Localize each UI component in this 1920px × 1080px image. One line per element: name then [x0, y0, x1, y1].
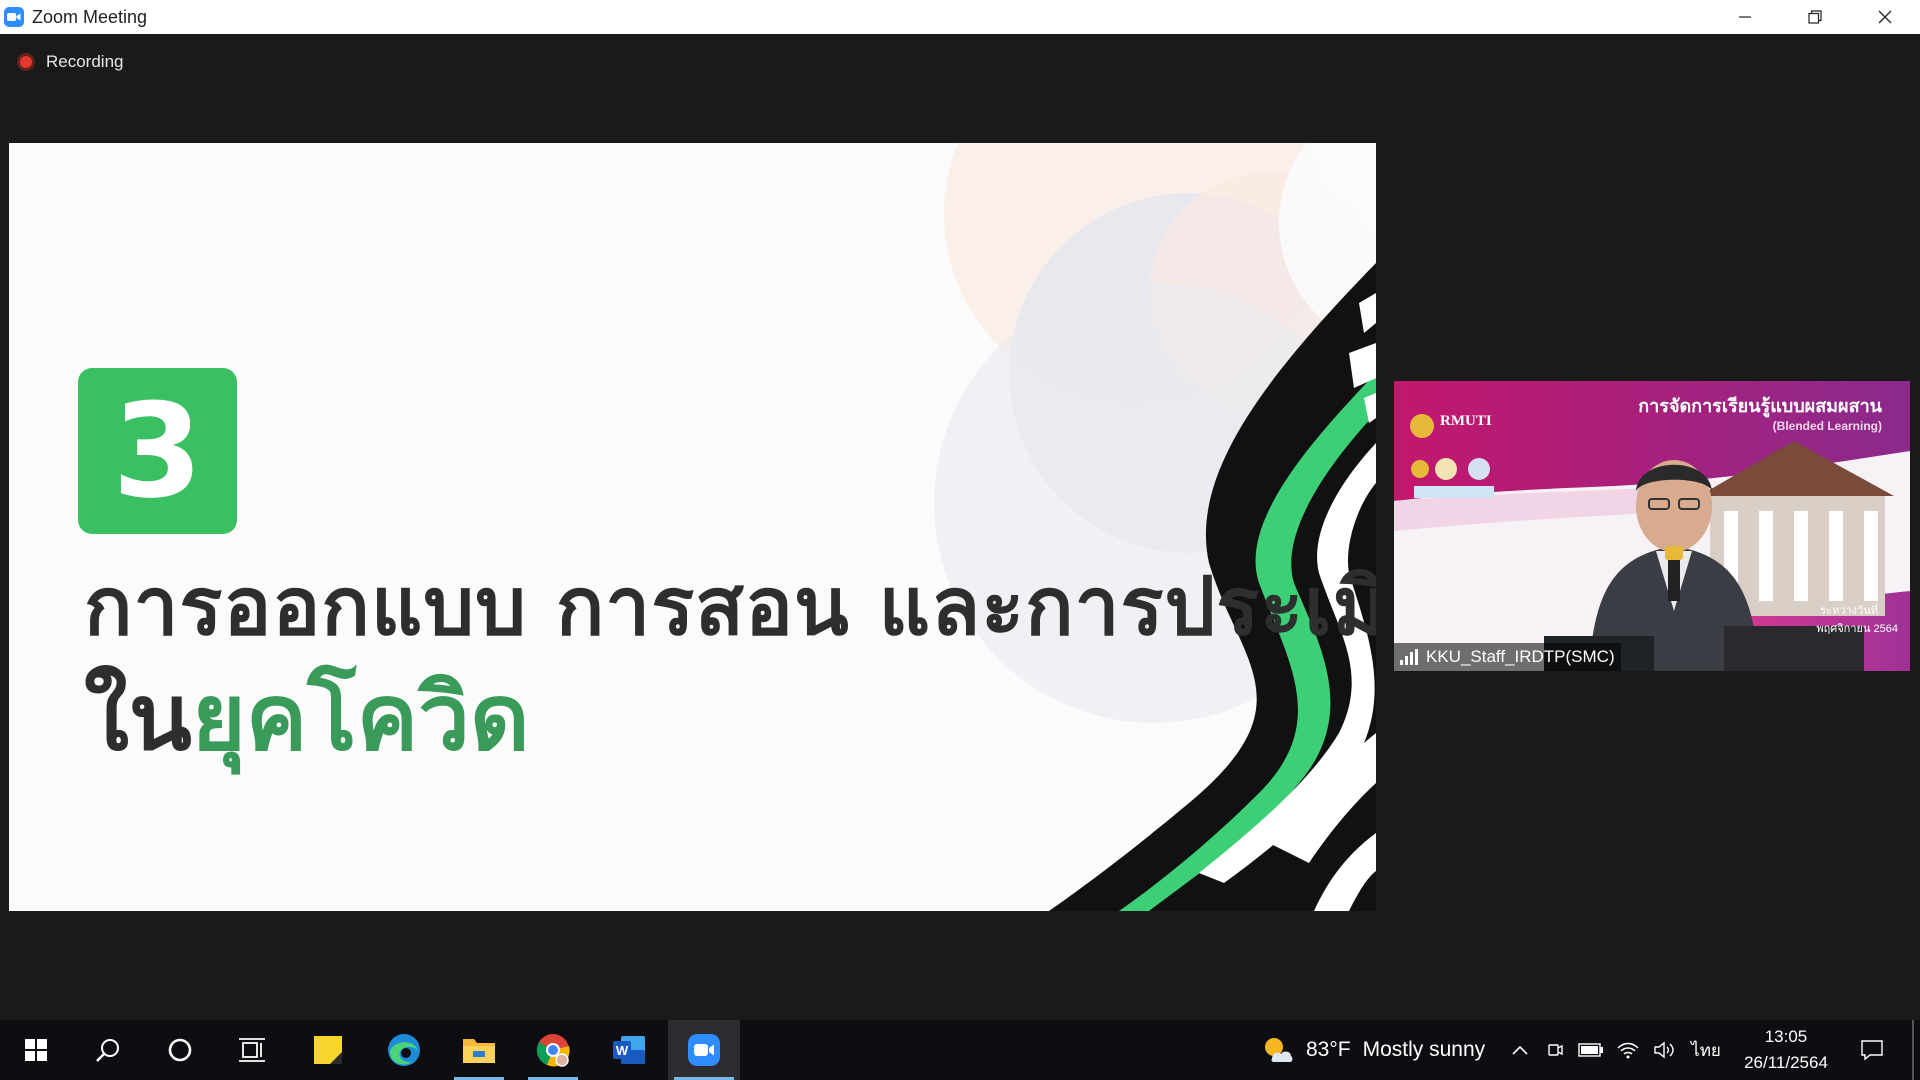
file-explorer-icon [463, 1039, 495, 1063]
notification-icon [1861, 1040, 1883, 1061]
slide-title-line2-dark: ใน [84, 664, 192, 771]
task-view-button[interactable] [216, 1020, 288, 1080]
signal-strength-icon [1400, 649, 1418, 665]
notifications-button[interactable] [1852, 1020, 1892, 1080]
show-desktop-button[interactable] [1912, 1020, 1914, 1080]
title-bar: Zoom Meeting [0, 0, 1920, 34]
participant-banner-title: การจัดการเรียนรู้แบบผสมผสาน [1638, 396, 1882, 417]
zoom-app-icon [4, 7, 24, 27]
clock[interactable]: 13:05 26/11/2564 [1730, 1020, 1842, 1080]
slide-title-line2: ในยุคโควิด [84, 643, 530, 790]
partly-sunny-icon [1265, 1038, 1293, 1062]
battery-button[interactable] [1574, 1020, 1608, 1080]
minimize-button[interactable] [1710, 0, 1780, 34]
network-button[interactable] [1612, 1020, 1644, 1080]
taskbar: W 83°F Mostly sunny ไทย 13:05 26/11/2564 [0, 1020, 1920, 1080]
show-hidden-icons-button[interactable] [1506, 1020, 1534, 1080]
window-title: Zoom Meeting [32, 6, 148, 27]
battery-icon [1578, 1043, 1603, 1057]
participant-name: KKU_Staff_IRDTP(SMC) [1426, 647, 1615, 666]
clock-date: 26/11/2564 [1744, 1053, 1828, 1072]
input-language-button[interactable]: ไทย [1686, 1020, 1726, 1080]
edge-icon [388, 1034, 420, 1066]
word-icon: W [613, 1036, 645, 1064]
chrome-button[interactable] [522, 1020, 584, 1080]
search-button[interactable] [72, 1020, 144, 1080]
task-view-icon [239, 1038, 265, 1062]
close-button[interactable] [1850, 0, 1920, 34]
clock-time: 13:05 [1764, 1027, 1808, 1046]
wifi-icon [1617, 1042, 1639, 1059]
chrome-icon [536, 1034, 570, 1067]
sticky-notes-icon [314, 1036, 342, 1064]
weather-widget[interactable]: 83°F Mostly sunny [1262, 1020, 1485, 1080]
participant-banner-logo: RMUTI [1440, 413, 1492, 429]
participant-name-tag: KKU_Staff_IRDTP(SMC) [1394, 643, 1621, 671]
volume-button[interactable] [1648, 1020, 1680, 1080]
weather-temperature: 83°F [1306, 1038, 1351, 1061]
participant-banner-date-label: ระหว่างวันที่ [1820, 605, 1878, 617]
camera-icon [1548, 1044, 1563, 1056]
recording-label: Recording [46, 52, 124, 71]
sticky-notes-button[interactable] [292, 1020, 364, 1080]
edge-button[interactable] [368, 1020, 440, 1080]
start-button[interactable] [0, 1020, 72, 1080]
zoom-button[interactable] [668, 1020, 740, 1080]
meeting-area: Recording 3 การออกแบบ การสอน และการประเม… [0, 34, 1920, 1020]
chevron-up-icon [1512, 1045, 1528, 1055]
recording-dot-icon [20, 56, 32, 68]
svg-text:W: W [616, 1043, 629, 1058]
recording-indicator[interactable]: Recording [20, 52, 124, 72]
speaker-icon [1654, 1041, 1674, 1059]
weather-description: Mostly sunny [1362, 1038, 1486, 1061]
file-explorer-button[interactable] [448, 1020, 510, 1080]
participant-banner-subtitle: (Blended Learning) [1772, 419, 1882, 433]
cortana-icon [168, 1038, 192, 1062]
search-icon [96, 1039, 119, 1062]
participant-banner-date: พฤศจิกายน 2564 [1816, 623, 1898, 635]
shared-screen: 3 การออกแบบ การสอน และการประเมิน ในยุคโค… [9, 143, 1376, 911]
meet-now-button[interactable] [1540, 1020, 1570, 1080]
participant-video[interactable]: RMUTI การจัดการเรียนรู้แบบผสมผสาน (Blend… [1394, 381, 1910, 671]
restore-button[interactable] [1780, 0, 1850, 34]
cortana-button[interactable] [144, 1020, 216, 1080]
slide-number-badge: 3 [78, 368, 237, 534]
start-icon [25, 1039, 47, 1061]
slide-title-line2-green: ยุคโควิด [191, 664, 530, 771]
word-button[interactable]: W [596, 1020, 662, 1080]
zoom-icon [688, 1034, 720, 1066]
